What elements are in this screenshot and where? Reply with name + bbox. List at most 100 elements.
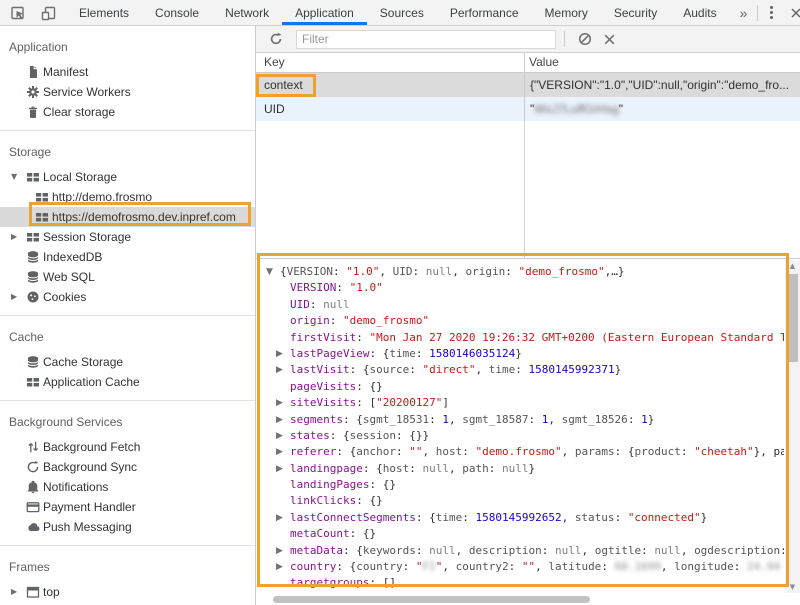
column-header-key[interactable]: Key	[256, 53, 524, 72]
tab-elements[interactable]: Elements	[66, 0, 142, 25]
json-tree-row[interactable]: ▶country: {country: "FI", country2: "", …	[256, 559, 784, 575]
sidebar-item-cache-storage[interactable]: Cache Storage	[0, 352, 255, 372]
sidebar-item-manifest[interactable]: Manifest	[0, 62, 255, 82]
json-tree-row[interactable]: ▼{VERSION: "1.0", UID: null, origin: "de…	[256, 264, 784, 280]
json-tree-row[interactable]: landingPages: {}	[256, 477, 784, 493]
collapse-icon[interactable]: ▼	[11, 167, 17, 187]
filter-input[interactable]	[296, 30, 556, 49]
json-token: :	[601, 560, 614, 573]
label: Background Fetch	[43, 440, 140, 454]
sidebar-item-clear-storage[interactable]: Clear storage	[0, 102, 255, 122]
json-tree-row[interactable]: linkClicks: {}	[256, 493, 784, 509]
json-token: "1.0"	[346, 265, 379, 278]
json-token: referer	[290, 445, 336, 458]
json-tree-row[interactable]: ▶lastVisit: {source: "direct", time: 158…	[256, 362, 784, 378]
table-row-context[interactable]: context {"VERSION":"1.0","UID":null,"ori…	[256, 73, 800, 97]
expand-icon[interactable]: ▶	[276, 510, 283, 526]
json-tree-row[interactable]: origin: "demo_frosmo"	[256, 313, 784, 329]
json-tree-row[interactable]: ▶lastConnectSegments: {time: 15801459926…	[256, 510, 784, 526]
json-tree-row[interactable]: ▶landingpage: {host: null, path: null}	[256, 461, 784, 477]
tab-sources[interactable]: Sources	[367, 0, 437, 25]
expand-icon[interactable]: ▶	[276, 428, 283, 444]
json-token: source	[369, 363, 409, 376]
block-icon[interactable]	[573, 27, 597, 51]
clear-icon[interactable]	[597, 27, 621, 51]
frame-icon	[26, 585, 40, 599]
label: Background Sync	[43, 460, 137, 474]
json-tree-row[interactable]: VERSION: "1.0"	[256, 280, 784, 296]
json-tree-row[interactable]: ▶metaData: {keywords: null, description:…	[256, 543, 784, 559]
vertical-scrollbar[interactable]: ▲ ▼	[785, 260, 800, 593]
datagrid-empty-area[interactable]	[256, 121, 800, 258]
json-tree-row[interactable]: UID: null	[256, 297, 784, 313]
expand-icon[interactable]: ▶	[11, 287, 17, 307]
sidebar-item-frame-top[interactable]: ▶ top	[0, 582, 255, 602]
tab-memory[interactable]: Memory	[532, 0, 601, 25]
json-token: time	[489, 363, 516, 376]
tab-performance[interactable]: Performance	[437, 0, 532, 25]
refresh-icon[interactable]	[264, 27, 288, 51]
json-token: ogdescription	[694, 544, 780, 557]
sidebar-item-indexeddb[interactable]: IndexedDB	[0, 247, 255, 267]
expand-icon[interactable]: ▶	[276, 444, 283, 460]
device-toolbar-icon[interactable]	[38, 2, 60, 24]
json-token: ,	[562, 445, 575, 458]
column-header-value[interactable]: Value	[524, 53, 800, 72]
json-token: UID	[393, 265, 413, 278]
expand-icon[interactable]: ▶	[276, 559, 283, 575]
sidebar-item-service-workers[interactable]: Service Workers	[0, 82, 255, 102]
json-tree-row[interactable]: ▶states: {session: {}}	[256, 428, 784, 444]
scroll-up-icon[interactable]: ▲	[785, 260, 800, 272]
sidebar-item-session-storage[interactable]: ▶ Session Storage	[0, 227, 255, 247]
expand-icon[interactable]: ▶	[276, 362, 283, 378]
sidebar-item-notifications[interactable]: Notifications	[0, 477, 255, 497]
expand-icon[interactable]: ▶	[276, 543, 283, 559]
json-token: : {	[615, 445, 635, 458]
sidebar-item-push-messaging[interactable]: Push Messaging	[0, 517, 255, 537]
sidebar-item-payment-handler[interactable]: Payment Handler	[0, 497, 255, 517]
sidebar-item-local-storage-http-demo-frosmo[interactable]: http://demo.frosmo	[0, 187, 255, 207]
sidebar-item-background-fetch[interactable]: Background Fetch	[0, 437, 255, 457]
sidebar-item-background-sync[interactable]: Background Sync	[0, 457, 255, 477]
expand-icon[interactable]: ▶	[11, 227, 17, 247]
tab-network[interactable]: Network	[212, 0, 282, 25]
tab-application[interactable]: Application	[282, 0, 367, 25]
json-tree-row[interactable]: firstVisit: "Mon Jan 27 2020 19:26:32 GM…	[256, 330, 784, 346]
json-token: targetgroups	[290, 576, 369, 589]
json-token: lastPageView	[290, 347, 369, 360]
more-tabs-icon[interactable]: »	[730, 0, 758, 25]
tab-console[interactable]: Console	[142, 0, 212, 25]
sidebar-item-application-cache[interactable]: Application Cache	[0, 372, 255, 392]
scroll-down-icon[interactable]: ▼	[785, 581, 800, 593]
sidebar-item-cookies[interactable]: ▶ Cookies	[0, 287, 255, 307]
json-tree-row[interactable]: targetgroups: []	[256, 575, 784, 591]
inspect-icon[interactable]	[7, 2, 29, 24]
json-token: : [	[356, 396, 376, 409]
json-tree-row[interactable]: ▶segments: {sgmt_18531: 1, sgmt_18587: 1…	[256, 412, 784, 428]
horizontal-scrollbar-thumb[interactable]	[273, 596, 590, 603]
section-background-services: Background Services Background Fetch Bac…	[0, 400, 255, 545]
sidebar-item-local-storage-https-demofrosmo[interactable]: https://demofrosmo.dev.inpref.com	[0, 207, 255, 227]
json-tree-row[interactable]: ▶siteVisits: ["20200127"]	[256, 395, 784, 411]
tab-security[interactable]: Security	[601, 0, 670, 25]
json-tree-row[interactable]: ▶lastPageView: {time: 1580146035124}	[256, 346, 784, 362]
expand-icon[interactable]: ▶	[276, 395, 283, 411]
json-token: metaData	[290, 544, 343, 557]
table-row-uid[interactable]: UID "WxJ7LuffGrHsg"	[256, 97, 800, 121]
json-tree-row[interactable]: metaCount: {}	[256, 526, 784, 542]
collapse-icon[interactable]: ▼	[266, 264, 273, 280]
sidebar-item-web-sql[interactable]: Web SQL	[0, 267, 255, 287]
sidebar-item-local-storage[interactable]: ▼ Local Storage	[0, 167, 255, 187]
json-tree-row[interactable]: pageVisits: {}	[256, 379, 784, 395]
expand-icon[interactable]: ▶	[276, 461, 283, 477]
expand-icon[interactable]: ▶	[276, 412, 283, 428]
tab-audits[interactable]: Audits	[670, 0, 729, 25]
scrollbar-thumb[interactable]	[787, 274, 798, 362]
json-tree-row[interactable]: ▶referer: {anchor: "", host: "demo.frosm…	[256, 444, 784, 460]
section-title: Storage	[0, 143, 255, 161]
more-menu-icon[interactable]	[762, 2, 781, 23]
close-icon[interactable]	[785, 2, 800, 24]
table-icon	[26, 230, 40, 244]
expand-icon[interactable]: ▶	[11, 582, 17, 602]
expand-icon[interactable]: ▶	[276, 346, 283, 362]
